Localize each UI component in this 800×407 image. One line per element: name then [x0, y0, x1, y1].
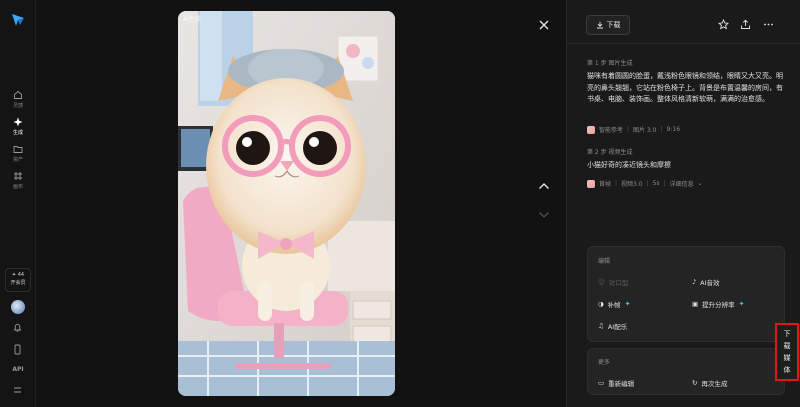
home-icon [14, 90, 22, 99]
reedit-option[interactable]: ▭ 重新编辑 [598, 378, 634, 388]
more-options-icon[interactable] [763, 19, 774, 30]
regenerate-icon: ↻ [692, 379, 698, 387]
canvas-icon [14, 172, 22, 180]
bell-icon[interactable] [12, 322, 23, 333]
lipsync-label: 对口型 [608, 279, 629, 287]
avatar[interactable] [11, 300, 25, 314]
nav-label: 生成 [12, 130, 23, 136]
more-card-title: 更多 [598, 359, 611, 366]
ai-sound-label: AI音效 [700, 279, 720, 287]
separator: | [646, 180, 649, 187]
membership-label: 开会员 [10, 280, 26, 286]
mobile-icon[interactable] [12, 344, 23, 355]
folder-icon [13, 146, 23, 153]
edit-card: 编辑 ☺ 对口型 ♪ AI音效 ◑ 补帧 ✦ ▣ 提升分辨率 ✦ ♫ AI配乐 [587, 246, 785, 342]
step-2-model: 视频3.0 [621, 181, 643, 188]
frame-interpolation-option[interactable]: ◑ 补帧 ✦ [598, 299, 631, 309]
download-icon [596, 21, 603, 29]
download-media-label: 下载媒体 [783, 330, 791, 374]
reedit-icon: ▭ [598, 379, 605, 387]
media-viewer: AI生成 [36, 0, 566, 407]
separator: | [663, 180, 666, 187]
step-1-source: 智能参考 [599, 127, 624, 134]
upscale-label: 提升分辨率 [702, 301, 735, 309]
music-icon: ♫ [598, 322, 604, 330]
nav-item-canvas[interactable]: 画布 [0, 171, 36, 190]
download-label: 下载 [606, 21, 621, 29]
sparkle-icon: ✦ [624, 300, 631, 308]
separator: | [627, 126, 630, 133]
separator: | [660, 126, 663, 133]
frame-icon: ◑ [598, 300, 604, 308]
membership-credit-button[interactable]: ✦ 44 开会员 [5, 268, 31, 292]
sparkle-icon [13, 117, 23, 127]
nav-item-assets[interactable]: 资产 [0, 144, 36, 163]
app-logo-icon[interactable] [10, 12, 26, 28]
step-2-source: 首帧 [599, 181, 612, 188]
ai-watermark: AI生成 [183, 16, 201, 23]
share-icon[interactable] [740, 19, 751, 30]
download-media-button[interactable]: 下载媒体 [775, 323, 799, 381]
step-2-prompt: 小猫好奇的凑近镜头和摩擦 [587, 161, 671, 169]
nav-item-inspiration[interactable]: 灵感 [0, 90, 36, 109]
step-2-title: 第 2 步 视频生成 [587, 149, 633, 156]
sparkle-icon: ✦ [738, 300, 745, 308]
chevron-down-icon: ⌄ [697, 180, 703, 187]
menu-icon[interactable] [12, 386, 23, 394]
ai-sound-option[interactable]: ♪ AI音效 [692, 277, 720, 287]
ai-music-label: AI配乐 [607, 323, 628, 331]
separator: | [615, 180, 618, 187]
regenerate-option[interactable]: ↻ 再次生成 [692, 378, 727, 388]
api-link[interactable]: API [0, 366, 36, 373]
edit-card-title: 编辑 [598, 258, 611, 265]
hd-icon: ▣ [692, 300, 699, 308]
step-1-prompt: 猫咪有着圆圆的脸蛋，戴浅粉色眼镜和领结，眼睛又大又亮。明亮的鼻头翘翘，它站在粉色… [587, 72, 783, 103]
ai-music-option[interactable]: ♫ AI配乐 [598, 321, 627, 331]
generated-media[interactable]: AI生成 [178, 11, 395, 396]
step-1-title: 第 1 步 图片生成 [587, 60, 633, 67]
regenerate-label: 再次生成 [701, 380, 728, 388]
star-icon[interactable] [718, 19, 729, 30]
credit-count: ✦ 44 [11, 272, 25, 278]
download-button[interactable]: 下载 [586, 15, 630, 35]
details-panel: 下载 第 1 步 图片生成 猫咪有着圆圆的脸蛋，戴浅粉色眼镜和领结，眼睛又大又亮… [566, 0, 800, 407]
chevron-up-icon[interactable] [538, 182, 550, 190]
nav-label: 画布 [12, 184, 23, 190]
reedit-label: 重新编辑 [608, 380, 635, 388]
first-frame-thumbnail [587, 179, 595, 188]
upscale-option[interactable]: ▣ 提升分辨率 ✦ [692, 299, 745, 309]
nav-label: 灵感 [12, 103, 23, 109]
detail-info-link[interactable]: 详细信息 [670, 179, 694, 188]
chevron-down-icon[interactable] [538, 211, 550, 219]
step-2-meta: 首帧 | 视频3.0 | 5s | 详细信息 ⌄ [587, 179, 703, 188]
step-1-model: 图片 3.0 [633, 127, 657, 134]
nav-label: 资产 [12, 157, 23, 163]
sound-icon: ♪ [692, 278, 697, 286]
divider [567, 43, 800, 44]
more-card: 更多 ▭ 重新编辑 ↻ 再次生成 [587, 348, 785, 395]
step-1-meta: 智能参考 | 图片 3.0 | 9:16 [587, 125, 680, 134]
cat-image [178, 11, 395, 396]
lipsync-option: ☺ 对口型 [598, 277, 628, 287]
step-2-duration: 5s [652, 180, 660, 187]
step-1-ratio: 9:16 [666, 126, 681, 133]
reference-thumbnail [587, 125, 595, 134]
nav-item-generate[interactable]: 生成 [0, 117, 36, 136]
frame-interpolation-label: 补帧 [607, 301, 621, 309]
left-sidebar: 灵感 生成 资产 画布 ✦ 44 开会员 API [0, 0, 36, 407]
close-icon[interactable] [537, 18, 551, 32]
lipsync-icon: ☺ [598, 278, 605, 286]
